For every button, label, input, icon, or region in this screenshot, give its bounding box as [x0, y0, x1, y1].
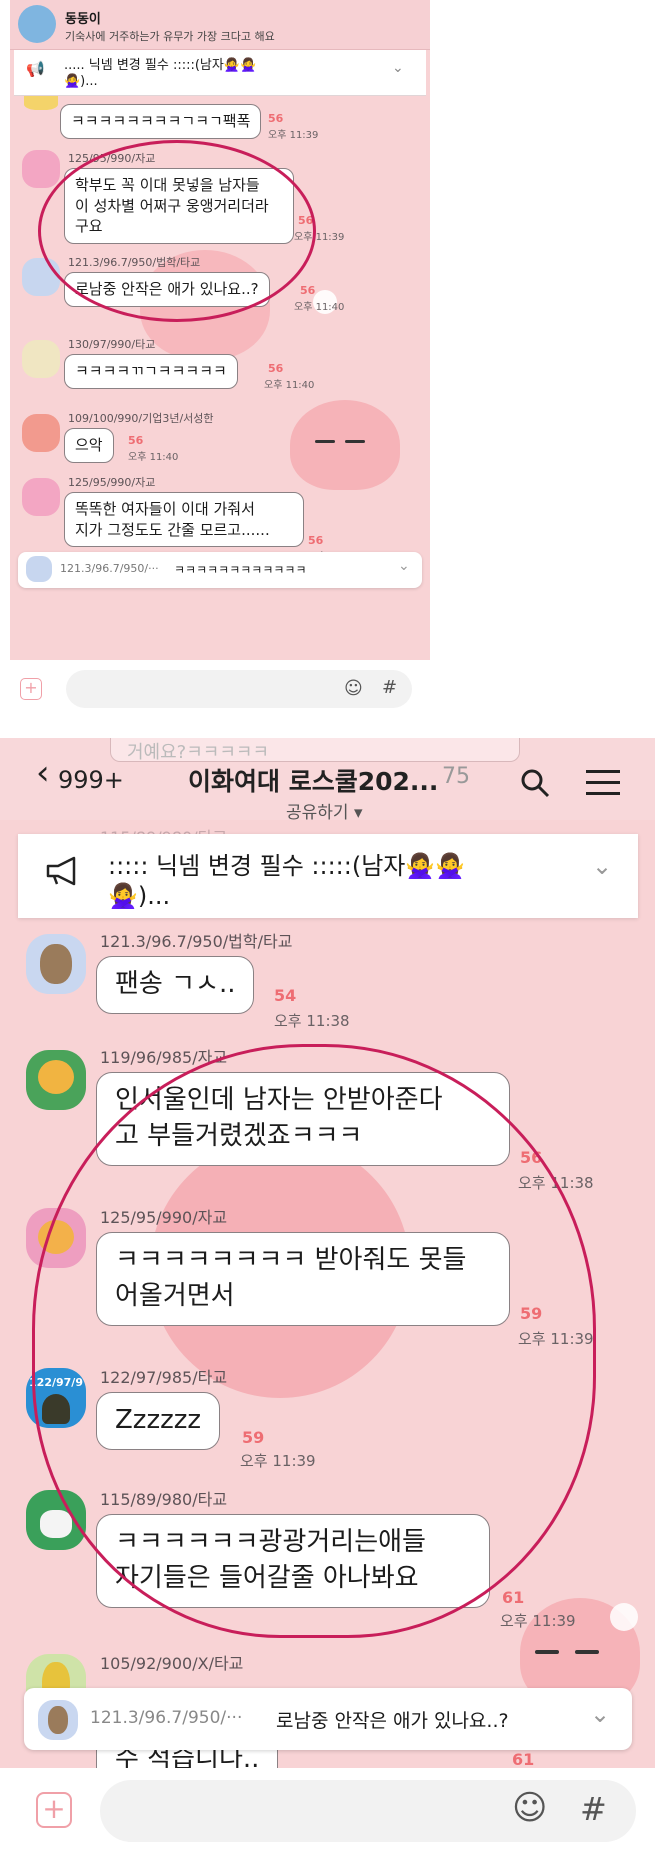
reply-sender: 121.3/96.7/950/···: [60, 562, 159, 575]
unread-count: 56: [308, 534, 324, 547]
avatar[interactable]: [22, 340, 60, 378]
notification-banner[interactable]: 동동이 기숙사에 거주하는가 유무가 가장 크다고 해요: [10, 0, 430, 50]
sender-name: 125/95/990/자교: [68, 476, 156, 489]
bear-avatar-figure: [48, 1706, 68, 1734]
unread-count: 61: [512, 1750, 535, 1769]
reply-sender: 121.3/96.7/950/···: [90, 1708, 243, 1728]
top-screenshot: 동동이 기숙사에 거주하는가 유무가 가장 크다고 해요 📢 ..... 닉넴 …: [10, 0, 430, 718]
flower-decoration: [610, 1603, 638, 1631]
sender-name: 130/97/990/타교: [68, 338, 156, 351]
megaphone-icon: [46, 856, 76, 886]
message-bubble[interactable]: 팬송 ㄱㅅ..: [96, 956, 255, 1014]
bear-avatar-figure: [40, 944, 72, 984]
notification-sender: 동동이: [65, 12, 101, 27]
sender-name: 121.3/96.7/950/법학/타교: [100, 932, 293, 951]
message-time: 오후 11:40: [264, 380, 315, 391]
peach-character-decoration-2: [290, 400, 400, 490]
notice-text: ::::: 닉넴 변경 필수 :::::(남자🙅‍♀️🙅‍♀️: [108, 852, 466, 880]
message-bubble[interactable]: ㅋㅋㅋㅋㅋㅋㅋㅋㄱㅋㄱ팩폭: [60, 104, 262, 139]
chat-header: 거예요?ㅋㅋㅋㅋㅋ ‹ 999+ 이화여대 로스쿨202... 75 공유하기 …: [0, 738, 655, 823]
unread-count: 61: [502, 1588, 525, 1607]
emoji-icon[interactable]: ☺: [512, 1788, 547, 1828]
message-input[interactable]: [100, 1780, 636, 1842]
chevron-down-icon[interactable]: ⌄: [590, 1700, 610, 1728]
notice-text-2: 🙅‍♀️)...: [108, 882, 171, 910]
reply-avatar: [26, 556, 52, 582]
chevron-down-icon[interactable]: ⌄: [592, 852, 612, 880]
peach-eye: [535, 1650, 559, 1654]
notice-text-2: 🙅‍♀️)...: [64, 74, 98, 89]
message-time: 오후 11:40: [294, 302, 345, 313]
hash-icon[interactable]: #: [580, 1790, 607, 1828]
avatar[interactable]: [24, 96, 58, 110]
search-icon[interactable]: [520, 768, 550, 798]
plus-icon[interactable]: +: [20, 678, 42, 700]
sender-name: 109/100/990/기업3년/서성한: [68, 412, 214, 425]
megaphone-icon: 📢: [26, 60, 45, 78]
plus-icon[interactable]: +: [36, 1792, 72, 1828]
menu-icon[interactable]: [586, 770, 620, 796]
message-bubble[interactable]: 똑똑한 여자들이 이대 가줘서 지가 그정도도 간줄 모르고......: [64, 492, 304, 548]
peach-eye: [575, 1650, 599, 1654]
back-count[interactable]: 999+: [58, 766, 124, 794]
screenshot-separator: [0, 718, 655, 738]
message-bubble[interactable]: 으악: [64, 428, 114, 463]
notification-message: 기숙사에 거주하는가 유무가 가장 크다고 해요: [65, 30, 275, 43]
input-bar: + ☺ #: [0, 1768, 655, 1856]
hash-icon[interactable]: #: [382, 677, 397, 698]
ghost-bubble: 거예요?ㅋㅋㅋㅋㅋ: [110, 738, 520, 763]
unread-count: 56: [300, 284, 316, 297]
unread-count: 56: [268, 112, 284, 125]
notice-bar[interactable]: 📢 ..... 닉넴 변경 필수 :::::(남자🙅‍♀️🙅‍♀️ 🙅‍♀️).…: [14, 50, 426, 96]
reply-preview[interactable]: 121.3/96.7/950/··· 로남중 안작은 애가 있나요..? ⌄: [24, 1688, 632, 1750]
unread-count: 54: [274, 986, 297, 1005]
reply-text: ㅋㅋㅋㅋㅋㅋㅋㅋㅋㅋㅋㅋ: [174, 563, 307, 577]
reply-text: 로남중 안작은 애가 있나요..?: [276, 1710, 509, 1732]
bottom-screenshot: 거예요?ㅋㅋㅋㅋㅋ ‹ 999+ 이화여대 로스쿨202... 75 공유하기 …: [0, 738, 655, 1856]
avatar[interactable]: [26, 1050, 86, 1110]
message-time: 오후 11:39: [268, 130, 319, 141]
avatar[interactable]: [22, 414, 60, 452]
avatar[interactable]: [22, 478, 60, 516]
member-count: 75: [442, 764, 470, 789]
message-bubble[interactable]: ㅋㅋㅋㅋㄲㄱㅋㅋㅋㅋㅋ: [64, 354, 238, 389]
back-chevron-icon[interactable]: ‹: [36, 756, 50, 790]
notification-avatar: [18, 5, 56, 43]
reply-avatar: [38, 1700, 78, 1740]
room-title: 이화여대 로스쿨202...: [188, 767, 439, 796]
peach-eye: [315, 440, 335, 443]
peach-eye: [345, 440, 365, 443]
message-time: 오후 11:40: [128, 452, 179, 463]
highlight-circle: [38, 140, 316, 322]
avatar[interactable]: [22, 150, 60, 188]
chevron-down-icon[interactable]: ⌄: [398, 558, 410, 574]
highlight-circle: [32, 1044, 596, 1638]
notice-bar[interactable]: ::::: 닉넴 변경 필수 :::::(남자🙅‍♀️🙅‍♀️ 🙅‍♀️)...…: [18, 834, 638, 918]
avatar-figure: [40, 1510, 72, 1538]
lion-avatar-figure: [38, 1060, 74, 1094]
unread-count: 56: [128, 434, 144, 447]
input-bar: + ☺ #: [10, 660, 430, 718]
sender-name: 105/92/900/X/타교: [100, 1654, 244, 1673]
emoji-icon[interactable]: ☺: [344, 678, 363, 699]
message-time: 오후 11:38: [274, 1012, 350, 1030]
unread-count: 56: [268, 362, 284, 375]
chevron-down-icon[interactable]: ⌄: [392, 60, 404, 76]
avatar[interactable]: [26, 934, 86, 994]
share-button[interactable]: 공유하기 ▾: [286, 798, 363, 823]
notice-text: ..... 닉넴 변경 필수 :::::(남자🙅‍♀️🙅‍♀️: [64, 58, 257, 73]
message-time: 오후 11:39: [500, 1612, 576, 1630]
reply-preview[interactable]: 121.3/96.7/950/··· ㅋㅋㅋㅋㅋㅋㅋㅋㅋㅋㅋㅋ ⌄: [18, 552, 422, 588]
